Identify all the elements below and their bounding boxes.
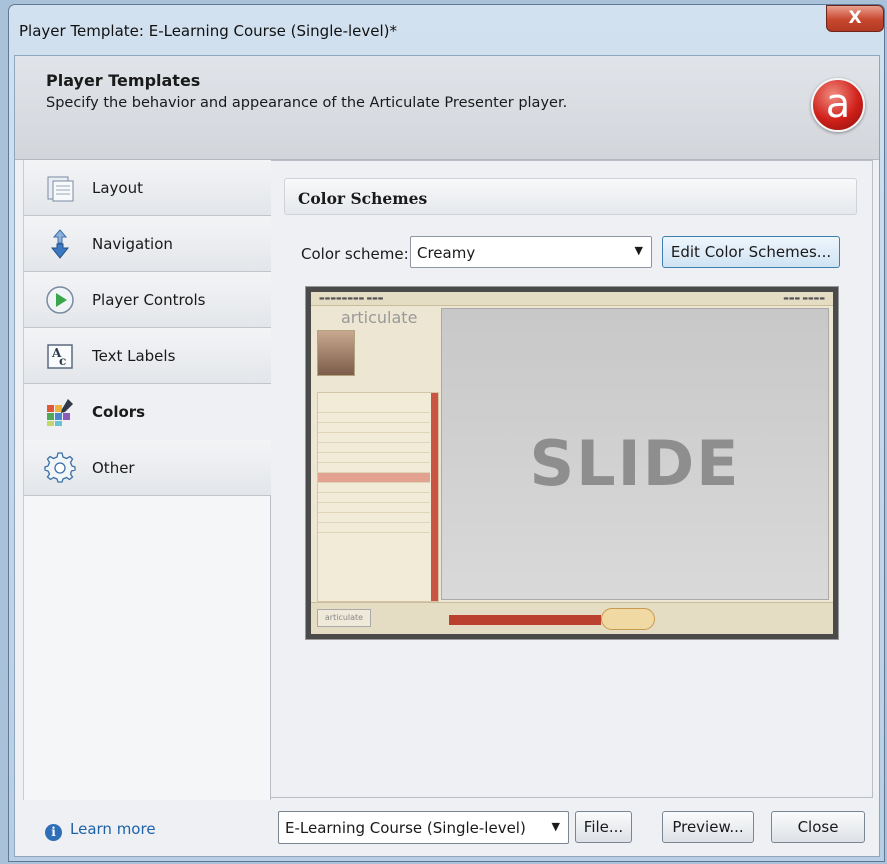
preview-list-row [318, 403, 430, 413]
gear-icon [44, 452, 76, 483]
color-scheme-value: Creamy [417, 244, 476, 262]
preview-list-row [318, 413, 430, 423]
sidebar-item-text-labels[interactable]: A c Text Labels [24, 328, 272, 384]
preview-outline-list [317, 392, 439, 602]
sidebar: Layout Navigation Player Controls A c Te… [23, 160, 272, 800]
preview-scrollbar [431, 393, 438, 601]
header-title: Player Templates [46, 71, 201, 90]
preview-bottom-bar: articulate [311, 602, 833, 634]
close-window-button[interactable]: X [826, 5, 884, 32]
close-button[interactable]: Close [771, 811, 865, 843]
dialog-header: Player Templates Specify the behavior an… [15, 56, 879, 160]
sidebar-item-label: Other [92, 459, 135, 477]
layout-icon [47, 176, 74, 202]
preview-slide-area: SLIDE [441, 308, 829, 600]
preview-player: ▬▬▬▬▬▬▬▬ ▬▬▬ ▬▬▬ ▬▬▬▬ articulate SLIDE a… [311, 292, 833, 634]
chevron-down-icon: ▼ [634, 244, 643, 257]
learn-more-link[interactable]: i Learn more [45, 820, 156, 841]
sidebar-item-layout[interactable]: Layout [24, 160, 272, 216]
header-description: Specify the behavior and appearance of t… [46, 95, 568, 111]
preview-progress-bar [449, 615, 601, 625]
navigation-icon [50, 229, 70, 259]
preview-list-row [318, 463, 430, 473]
preview-playback-controls [601, 608, 655, 630]
sidebar-item-label: Player Controls [92, 291, 206, 309]
template-value: E-Learning Course (Single-level) [285, 819, 526, 837]
edit-color-schemes-button[interactable]: Edit Color Schemes... [662, 236, 840, 268]
color-scheme-label: Color scheme: [301, 245, 409, 263]
preview-list-row [318, 493, 430, 503]
sidebar-item-label: Layout [92, 179, 143, 197]
sidebar-item-colors[interactable]: Colors [24, 384, 272, 440]
preview-list-row [318, 503, 430, 513]
articulate-logo-icon: a [811, 78, 865, 132]
sidebar-item-label: Navigation [92, 235, 173, 253]
sidebar-item-navigation[interactable]: Navigation [24, 216, 272, 272]
preview-list-row [318, 513, 430, 523]
color-scheme-preview: ▬▬▬▬▬▬▬▬ ▬▬▬ ▬▬▬ ▬▬▬▬ articulate SLIDE a… [305, 286, 839, 640]
text-labels-icon: A c [47, 344, 73, 369]
preview-brand-logo: articulate [341, 308, 418, 327]
preview-slide-text: SLIDE [529, 427, 741, 500]
preview-list-row [318, 433, 430, 443]
svg-text:c: c [59, 354, 66, 368]
sidebar-item-label: Colors [92, 403, 146, 421]
section-title: Color Schemes [298, 189, 428, 208]
preview-list-row [318, 453, 430, 463]
preview-list-row-selected [318, 473, 430, 483]
colors-panel: Color Schemes Color scheme: Creamy ▼ Edi… [271, 160, 873, 798]
preview-bottom-logo: articulate [317, 609, 371, 627]
info-icon: i [45, 824, 62, 841]
preview-top-bar: ▬▬▬▬▬▬▬▬ ▬▬▬ ▬▬▬ ▬▬▬▬ [311, 292, 833, 306]
template-select[interactable]: E-Learning Course (Single-level) ▼ [278, 811, 569, 844]
preview-top-right-mark: ▬▬▬ ▬▬▬▬ [783, 295, 825, 302]
preview-list-row [318, 483, 430, 493]
learn-more-label: Learn more [70, 820, 156, 838]
sidebar-item-other[interactable]: Other [24, 440, 272, 496]
dialog-client: Player Templates Specify the behavior an… [14, 55, 880, 857]
title-bar: Player Template: E-Learning Course (Sing… [9, 5, 884, 55]
sidebar-item-player-controls[interactable]: Player Controls [24, 272, 272, 328]
chevron-down-icon: ▼ [551, 820, 560, 833]
file-button[interactable]: File... [575, 811, 632, 843]
section-header: Color Schemes [284, 178, 857, 215]
sidebar-item-label: Text Labels [92, 347, 176, 365]
window-title: Player Template: E-Learning Course (Sing… [19, 22, 398, 40]
preview-list-row [318, 523, 430, 533]
preview-list-row [318, 443, 430, 453]
color-scheme-select[interactable]: Creamy ▼ [410, 236, 652, 268]
preview-button[interactable]: Preview... [662, 811, 754, 843]
preview-list-row [318, 423, 430, 433]
colors-icon [47, 399, 73, 426]
preview-presenter-photo [317, 330, 355, 376]
player-controls-icon [46, 286, 74, 314]
dialog-window: Player Template: E-Learning Course (Sing… [8, 4, 885, 862]
preview-top-left-mark: ▬▬▬▬▬▬▬▬ ▬▬▬ [319, 295, 384, 302]
